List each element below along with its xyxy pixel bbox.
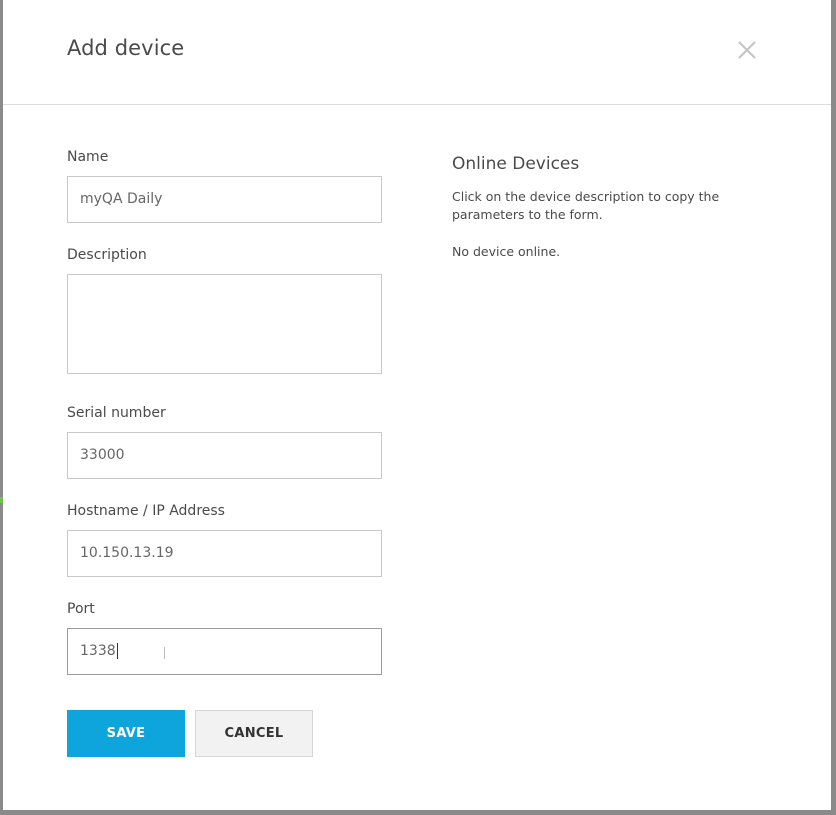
hostname-label: Hostname / IP Address [67,503,225,519]
online-devices-status: No device online. [452,244,561,259]
save-button[interactable]: SAVE [67,710,185,757]
close-button[interactable] [733,36,761,64]
ibeam-cursor-icon [164,647,165,659]
online-devices-help: Click on the device description to copy … [452,189,720,222]
dialog-title: Add device [67,36,185,60]
name-input[interactable]: myQA Daily [67,176,382,223]
hostname-input[interactable]: 10.150.13.19 [67,530,382,577]
port-value: 1338 [80,643,116,659]
port-input[interactable]: 1338 [67,628,382,675]
close-icon [738,41,756,59]
serial-number-input[interactable]: 33000 [67,432,382,479]
dialog-header: Add device [3,0,831,105]
serial-number-label: Serial number [67,405,166,421]
description-textarea[interactable] [67,274,382,374]
port-label: Port [67,601,95,617]
name-label: Name [67,149,109,165]
online-devices-title: Online Devices [452,154,580,174]
cancel-button[interactable]: CANCEL [195,710,313,757]
add-device-dialog: Add device Name myQA Daily Description S… [3,0,831,810]
text-caret [116,643,118,659]
description-label: Description [67,247,147,263]
